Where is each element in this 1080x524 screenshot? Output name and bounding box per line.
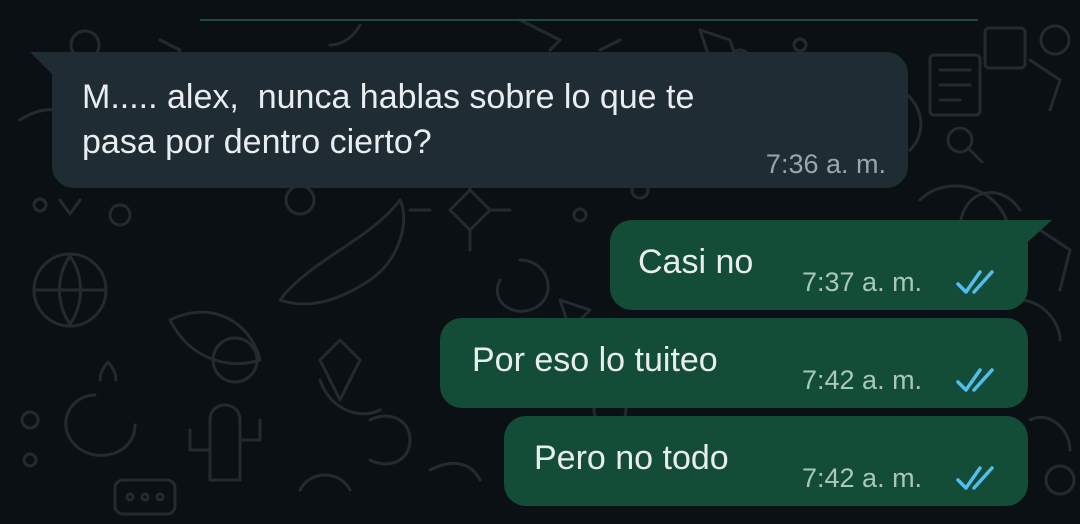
message-time: 7:42 a. m. [802, 365, 923, 395]
incoming-message-bubble[interactable]: M..... alex, nunca hablas sobre lo que t… [52, 52, 908, 188]
outgoing-message-bubble[interactable]: Pero no todo 7:42 a. m. [504, 416, 1028, 506]
message-text: Pero no todo [534, 439, 729, 477]
outgoing-message-bubble[interactable]: Por eso lo tuiteo 7:42 a. m. [440, 318, 1028, 408]
message-text-line-2: pasa por dentro cierto? [82, 123, 432, 161]
message-time: 7:36 a. m. [765, 149, 886, 179]
chat-divider-line [200, 19, 978, 21]
double-check-icon [956, 368, 994, 392]
outgoing-bubble-tail [1010, 220, 1052, 258]
message-time: 7:42 a. m. [802, 463, 923, 493]
outgoing-message-bubble[interactable]: Casi no 7:37 a. m. [610, 220, 1028, 310]
message-time: 7:37 a. m. [802, 267, 923, 297]
double-check-icon [956, 270, 994, 294]
message-text: Por eso lo tuiteo [472, 341, 718, 379]
double-check-icon [956, 466, 994, 490]
message-text: Casi no [638, 243, 754, 281]
message-text-line-1: M..... alex, nunca hablas sobre lo que t… [82, 78, 695, 116]
